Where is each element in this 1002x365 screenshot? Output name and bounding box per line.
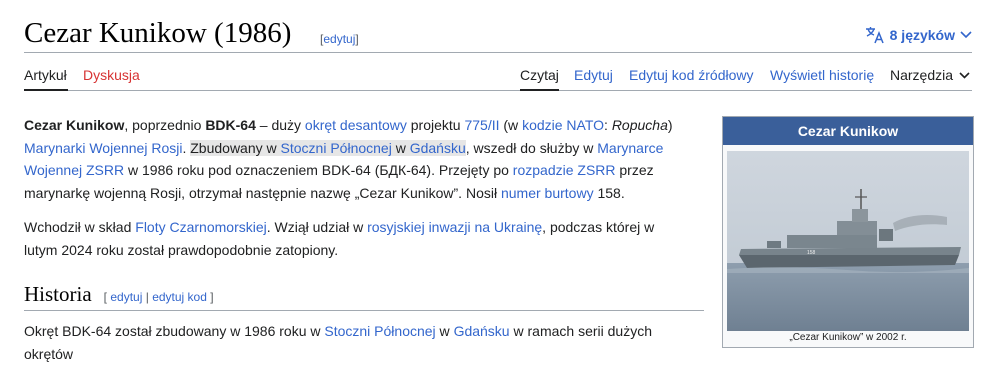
text: w bbox=[435, 323, 454, 339]
link-black-sea-fleet[interactable]: Floty Czarnomorskiej bbox=[135, 219, 266, 235]
former-name: BDK-64 bbox=[205, 117, 256, 133]
bracket-close: ] bbox=[210, 290, 214, 304]
text: , wszedł do służby w bbox=[465, 139, 598, 156]
link-landing-ship[interactable]: okręt desantowy bbox=[305, 117, 407, 133]
infobox: Cezar Kunikow 158 „Cezar Kunikow” w 2002… bbox=[722, 116, 974, 348]
link-nato-code[interactable]: kodzie NATO bbox=[522, 117, 604, 133]
link-russian-navy[interactable]: Marynarki Wojennej Rosji bbox=[24, 140, 182, 156]
text: Wchodził w skład bbox=[24, 219, 136, 235]
nato-name: Ropucha bbox=[611, 117, 668, 133]
infobox-title: Cezar Kunikow bbox=[723, 117, 973, 145]
text: , poprzednio bbox=[124, 117, 206, 133]
section-title: Historia bbox=[24, 282, 92, 306]
separator: | bbox=[145, 290, 149, 304]
second-paragraph: Wchodził w skład Floty Czarnomorskiej. W… bbox=[24, 216, 684, 261]
text: w 1986 roku pod oznaczeniem BDK-64 (БДК-… bbox=[124, 162, 513, 178]
active-tab-indicator bbox=[24, 89, 68, 91]
intro-paragraph: Cezar Kunikow, poprzednio BDK-64 – duży … bbox=[24, 114, 684, 204]
languages-button[interactable]: 8 języków bbox=[865, 26, 972, 44]
tab-edit[interactable]: Edytuj bbox=[574, 66, 613, 84]
text: ) bbox=[667, 117, 673, 133]
tab-edit-source[interactable]: Edytuj kod źródłowy bbox=[629, 66, 754, 84]
text: : bbox=[604, 117, 612, 133]
text: . Wziął udział w bbox=[266, 219, 368, 235]
tabs-divider bbox=[24, 90, 972, 91]
tab-history[interactable]: Wyświetl historię bbox=[770, 66, 874, 84]
text: Zbudowany w bbox=[190, 139, 281, 156]
tab-discussion[interactable]: Dyskusja bbox=[83, 66, 140, 84]
text: Okręt BDK-64 został zbudowany w 1986 rok… bbox=[24, 323, 325, 339]
link-hull-number[interactable]: numer burtowy bbox=[501, 185, 594, 201]
section-edit-links: [ edytuj | edytuj kod ] bbox=[104, 290, 214, 304]
link-northern-shipyard[interactable]: Stoczni Północnej bbox=[281, 140, 392, 156]
edit-link[interactable]: edytuj bbox=[323, 32, 355, 46]
bracket-close: ] bbox=[355, 32, 359, 46]
section-heading-history: Historia [ edytuj | edytuj kod ] bbox=[24, 282, 214, 307]
text: – duży bbox=[255, 117, 305, 133]
ship-illustration: 158 bbox=[727, 151, 969, 331]
text: (w bbox=[499, 117, 523, 133]
article-subject: Cezar Kunikow bbox=[24, 117, 125, 133]
link-gdansk[interactable]: Gdańsku bbox=[454, 323, 510, 339]
hull-number: 158 bbox=[807, 250, 816, 256]
history-paragraph: Okręt BDK-64 został zbudowany w 1986 rok… bbox=[24, 320, 684, 365]
link-ussr-dissolution[interactable]: rozpadzie ZSRR bbox=[513, 162, 616, 178]
languages-label: 8 języków bbox=[889, 27, 955, 43]
chevron-down-icon bbox=[959, 71, 970, 79]
text: w bbox=[391, 139, 410, 156]
tools-label: Narzędzia bbox=[890, 67, 954, 83]
translate-icon bbox=[865, 27, 884, 44]
link-project[interactable]: 775/II bbox=[464, 117, 499, 133]
title-divider bbox=[24, 52, 972, 53]
chevron-down-icon bbox=[960, 31, 972, 39]
tools-menu[interactable]: Narzędzia bbox=[890, 66, 970, 84]
title-edit-link-wrapper: [edytuj] bbox=[320, 32, 359, 46]
tab-read[interactable]: Czytaj bbox=[520, 66, 559, 84]
section-edit-source-link[interactable]: edytuj kod bbox=[152, 290, 207, 304]
bracket-open: [ bbox=[103, 290, 107, 304]
link-gdansk[interactable]: Gdańsku bbox=[410, 140, 466, 156]
section-divider bbox=[24, 310, 704, 311]
link-invasion-ukraine[interactable]: rosyjskiej inwazji na Ukrainę bbox=[367, 219, 542, 235]
active-view-indicator bbox=[520, 89, 559, 91]
tab-article[interactable]: Artykuł bbox=[24, 66, 67, 84]
highlighted-text: Zbudowany w Stoczni Północnej w Gdańsku bbox=[190, 139, 466, 156]
section-edit-link[interactable]: edytuj bbox=[110, 290, 142, 304]
text: 158. bbox=[593, 184, 625, 201]
link-northern-shipyard[interactable]: Stoczni Północnej bbox=[324, 323, 435, 339]
ship-photo[interactable]: 158 bbox=[727, 151, 969, 331]
page-title: Cezar Kunikow (1986) bbox=[24, 17, 292, 49]
text: projektu bbox=[406, 117, 465, 133]
